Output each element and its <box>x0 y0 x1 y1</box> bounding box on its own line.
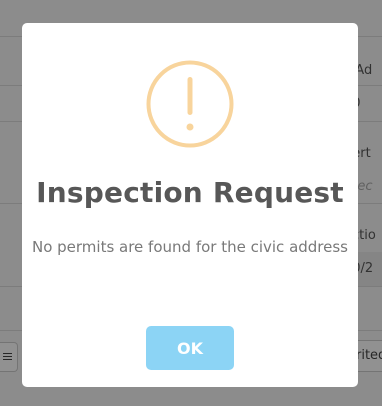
alert-dialog: Inspection Request No permits are found … <box>22 23 358 387</box>
dialog-title: Inspection Request <box>36 176 344 209</box>
ok-button[interactable]: OK <box>146 326 234 370</box>
dialog-message: No permits are found for the civic addre… <box>31 238 349 256</box>
app-screen: c Ad 00 pert ntec ectio 10/2 rited Inspe… <box>0 0 382 406</box>
exclamation-circle-icon <box>146 60 234 148</box>
